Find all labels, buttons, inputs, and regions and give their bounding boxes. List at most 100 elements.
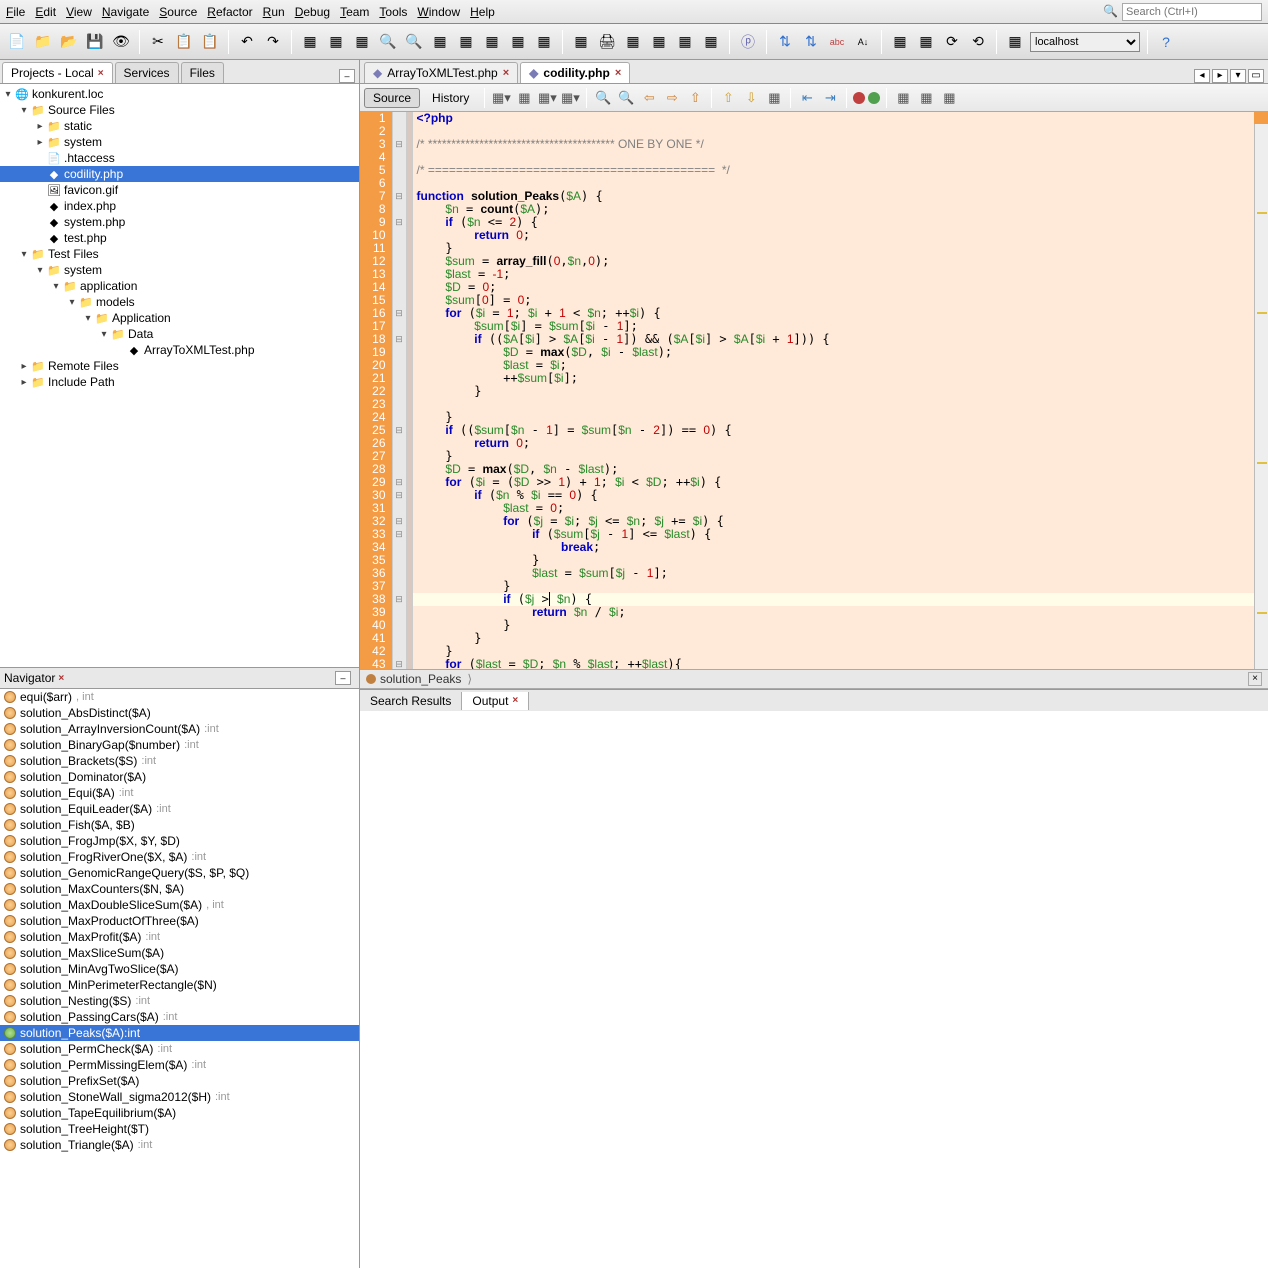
- tree-item[interactable]: ▾📁Application: [0, 310, 359, 326]
- source-tab[interactable]: Source: [364, 88, 420, 108]
- tree-item[interactable]: ▾📁Source Files: [0, 102, 359, 118]
- tool-icon[interactable]: ▦: [648, 31, 670, 53]
- twisty-icon[interactable]: ▾: [18, 249, 30, 260]
- tree-item[interactable]: ◆system.php: [0, 214, 359, 230]
- print-icon[interactable]: 🖨: [596, 31, 618, 53]
- tool-icon[interactable]: ▦: [429, 31, 451, 53]
- minimize-icon[interactable]: –: [335, 671, 351, 685]
- nav-icon[interactable]: ⇨: [662, 88, 682, 108]
- navigator-item[interactable]: solution_StoneWall_sigma2012($H):int: [0, 1089, 359, 1105]
- tool-icon[interactable]: ▦: [889, 31, 911, 53]
- new-file-icon[interactable]: 📄: [6, 31, 28, 53]
- editor-tab[interactable]: ◆codility.php×: [520, 62, 630, 83]
- twisty-icon[interactable]: ▾: [66, 297, 78, 308]
- code-editor[interactable]: 1<?php23⊟/* ****************************…: [360, 112, 1268, 669]
- tool-icon[interactable]: ▦: [674, 31, 696, 53]
- next-tab-icon[interactable]: ▸: [1212, 69, 1228, 83]
- menu-source[interactable]: Source: [159, 5, 197, 19]
- tree-item[interactable]: ▸📁Remote Files: [0, 358, 359, 374]
- tool-icon[interactable]: ▦▾: [491, 88, 511, 108]
- editor-tab[interactable]: ◆ArrayToXMLTest.php×: [364, 62, 518, 83]
- tool-icon[interactable]: ▦: [700, 31, 722, 53]
- bottom-tab[interactable]: Search Results: [360, 692, 462, 710]
- tree-item[interactable]: ◆ArrayToXMLTest.php: [0, 342, 359, 358]
- nav-up-icon[interactable]: ⇧: [718, 88, 738, 108]
- tree-item[interactable]: ▸📁static: [0, 118, 359, 134]
- navigator-item[interactable]: solution_MaxDoubleSliceSum($A), int: [0, 897, 359, 913]
- tool-icon[interactable]: ▦: [514, 88, 534, 108]
- search-input[interactable]: [1122, 3, 1262, 21]
- find-next-icon[interactable]: 🔍: [616, 88, 636, 108]
- close-icon[interactable]: ×: [512, 695, 518, 706]
- navigator-item[interactable]: solution_MaxProductOfThree($A): [0, 913, 359, 929]
- tool-icon[interactable]: ▦: [533, 31, 555, 53]
- twisty-icon[interactable]: ▾: [2, 89, 14, 100]
- twisty-icon[interactable]: ▾: [82, 313, 94, 324]
- find-prev-icon[interactable]: 🔍: [593, 88, 613, 108]
- close-icon[interactable]: ×: [1248, 672, 1262, 686]
- navigator-item[interactable]: solution_MaxCounters($N, $A): [0, 881, 359, 897]
- navigator-item[interactable]: solution_TapeEquilibrium($A): [0, 1105, 359, 1121]
- tree-item[interactable]: ▾📁Data: [0, 326, 359, 342]
- navigator-list[interactable]: equi($arr), intsolution_AbsDistinct($A)s…: [0, 689, 359, 1268]
- twisty-icon[interactable]: ▸: [34, 137, 46, 148]
- tree-item[interactable]: ◆index.php: [0, 198, 359, 214]
- navigator-item[interactable]: solution_AbsDistinct($A): [0, 705, 359, 721]
- menu-view[interactable]: View: [66, 5, 92, 19]
- navigator-item[interactable]: solution_Peaks($A):int: [0, 1025, 359, 1041]
- navigator-item[interactable]: solution_GenomicRangeQuery($S, $P, $Q): [0, 865, 359, 881]
- menu-window[interactable]: Window: [417, 5, 460, 19]
- twisty-icon[interactable]: ▾: [18, 105, 30, 116]
- panel-tab[interactable]: Projects - Local×: [2, 62, 113, 83]
- bottom-tab[interactable]: Output×: [462, 692, 529, 710]
- tool-icon[interactable]: ▦: [915, 31, 937, 53]
- tool-icon[interactable]: ▦: [622, 31, 644, 53]
- close-icon[interactable]: ×: [58, 673, 64, 684]
- tool-icon[interactable]: ▦: [481, 31, 503, 53]
- tree-item[interactable]: ◆codility.php: [0, 166, 359, 182]
- outdent-icon[interactable]: ⇥: [820, 88, 840, 108]
- dropdown-icon[interactable]: ▾: [1230, 69, 1246, 83]
- refresh-icon[interactable]: ⟳: [941, 31, 963, 53]
- sort-icon[interactable]: ⇅: [800, 31, 822, 53]
- tool-icon[interactable]: ▦: [893, 88, 913, 108]
- redo-icon[interactable]: ↷: [262, 31, 284, 53]
- view-icon[interactable]: 👁: [110, 31, 132, 53]
- close-icon[interactable]: ×: [503, 67, 509, 79]
- tree-item[interactable]: ▾📁models: [0, 294, 359, 310]
- tool-icon[interactable]: ▦: [570, 31, 592, 53]
- tree-item[interactable]: ▸📁Include Path: [0, 374, 359, 390]
- navigator-item[interactable]: solution_TreeHeight($T): [0, 1121, 359, 1137]
- navigator-item[interactable]: solution_PermMissingElem($A):int: [0, 1057, 359, 1073]
- nav-icon[interactable]: ⇦: [639, 88, 659, 108]
- navigator-item[interactable]: solution_MinAvgTwoSlice($A): [0, 961, 359, 977]
- navigator-item[interactable]: solution_PrefixSet($A): [0, 1073, 359, 1089]
- twisty-icon[interactable]: ▾: [50, 281, 62, 292]
- panel-tab[interactable]: Services: [115, 62, 179, 83]
- tree-item[interactable]: 📄.htaccess: [0, 150, 359, 166]
- navigator-item[interactable]: solution_FrogJmp($X, $Y, $D): [0, 833, 359, 849]
- navigator-item[interactable]: solution_Brackets($S):int: [0, 753, 359, 769]
- navigator-item[interactable]: solution_PassingCars($A):int: [0, 1009, 359, 1025]
- menu-run[interactable]: Run: [263, 5, 285, 19]
- navigator-item[interactable]: solution_EquiLeader($A):int: [0, 801, 359, 817]
- tool-icon[interactable]: ▦: [939, 88, 959, 108]
- copy-icon[interactable]: 📋: [173, 31, 195, 53]
- open-icon[interactable]: 📂: [58, 31, 80, 53]
- navigator-item[interactable]: solution_MinPerimeterRectangle($N): [0, 977, 359, 993]
- nav-down-icon[interactable]: ⇩: [741, 88, 761, 108]
- twisty-icon[interactable]: ▾: [98, 329, 110, 340]
- menu-file[interactable]: File: [6, 5, 25, 19]
- cut-icon[interactable]: ✂: [147, 31, 169, 53]
- close-icon[interactable]: ×: [98, 68, 104, 79]
- tree-item[interactable]: ▾📁system: [0, 262, 359, 278]
- navigator-item[interactable]: solution_ArrayInversionCount($A):int: [0, 721, 359, 737]
- tree-item[interactable]: ▾📁application: [0, 278, 359, 294]
- navigator-item[interactable]: solution_PermCheck($A):int: [0, 1041, 359, 1057]
- prev-tab-icon[interactable]: ◂: [1194, 69, 1210, 83]
- help-icon[interactable]: ?: [1155, 31, 1177, 53]
- project-tree[interactable]: ▾🌐konkurent.loc▾📁Source Files▸📁static▸📁s…: [0, 84, 359, 667]
- tool-icon[interactable]: ▦: [507, 31, 529, 53]
- menu-team[interactable]: Team: [340, 5, 369, 19]
- tree-item[interactable]: 🖼favicon.gif: [0, 182, 359, 198]
